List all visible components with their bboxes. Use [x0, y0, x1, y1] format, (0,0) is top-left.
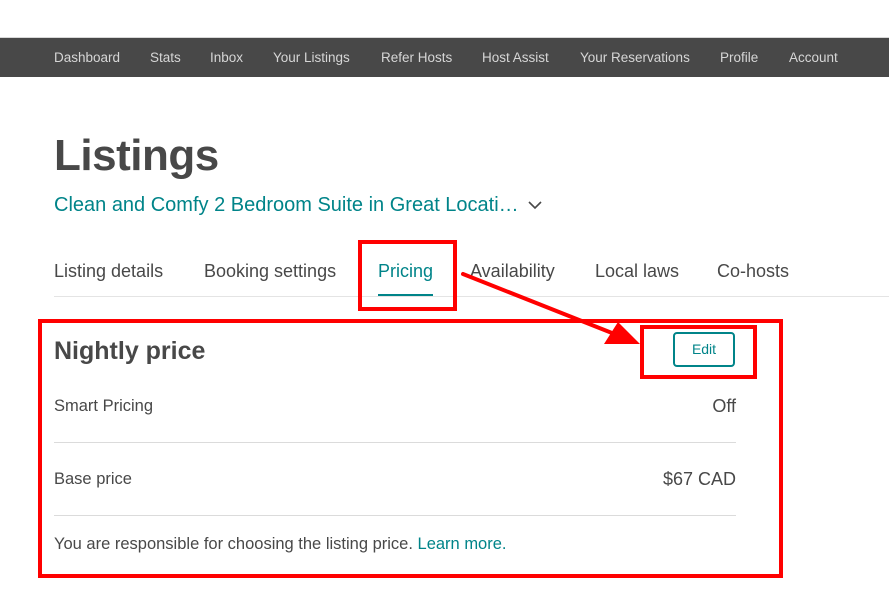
nav-item-your-reservations[interactable]: Your Reservations: [580, 38, 690, 77]
nightly-price-title: Nightly price: [54, 337, 206, 365]
divider: [54, 515, 736, 516]
top-nav-bar: Dashboard Stats Inbox Your Listings Refe…: [0, 37, 889, 77]
arrow-head-icon: [604, 322, 640, 344]
nav-item-profile[interactable]: Profile: [720, 38, 758, 77]
divider: [54, 442, 736, 443]
learn-more-link[interactable]: Learn more.: [418, 535, 507, 553]
smart-pricing-label: Smart Pricing: [54, 397, 154, 415]
smart-pricing-value: Off: [712, 396, 736, 416]
listing-tabs: Listing details Booking settings Pricing…: [54, 255, 889, 297]
nav-item-refer-hosts[interactable]: Refer Hosts: [381, 38, 452, 77]
pricing-note: You are responsible for choosing the lis…: [54, 535, 507, 554]
nav-item-stats[interactable]: Stats: [150, 38, 181, 77]
tab-listing-details[interactable]: Listing details: [54, 255, 163, 297]
listing-name: Clean and Comfy 2 Bedroom Suite in Great…: [54, 193, 519, 216]
nav-item-your-listings[interactable]: Your Listings: [273, 38, 350, 77]
nav-item-host-assist[interactable]: Host Assist: [482, 38, 549, 77]
base-price-label: Base price: [54, 470, 132, 488]
page-title: Listings: [54, 131, 219, 180]
chevron-down-icon: [528, 201, 542, 210]
smart-pricing-row: Smart Pricing Off: [54, 396, 736, 469]
edit-button[interactable]: Edit: [673, 332, 735, 367]
tab-booking-settings[interactable]: Booking settings: [204, 255, 336, 297]
tab-availability[interactable]: Availability: [470, 255, 555, 297]
nav-item-dashboard[interactable]: Dashboard: [54, 38, 120, 77]
nav-item-inbox[interactable]: Inbox: [210, 38, 243, 77]
base-price-row: Base price $67 CAD: [54, 469, 736, 542]
tab-co-hosts[interactable]: Co-hosts: [717, 255, 789, 297]
pricing-note-text: You are responsible for choosing the lis…: [54, 535, 418, 553]
tab-pricing[interactable]: Pricing: [378, 255, 434, 297]
base-price-value: $67 CAD: [662, 469, 736, 489]
tab-local-laws[interactable]: Local laws: [595, 255, 679, 297]
listing-selector[interactable]: Clean and Comfy 2 Bedroom Suite in Great…: [54, 191, 543, 219]
nav-item-account[interactable]: Account: [789, 38, 838, 77]
